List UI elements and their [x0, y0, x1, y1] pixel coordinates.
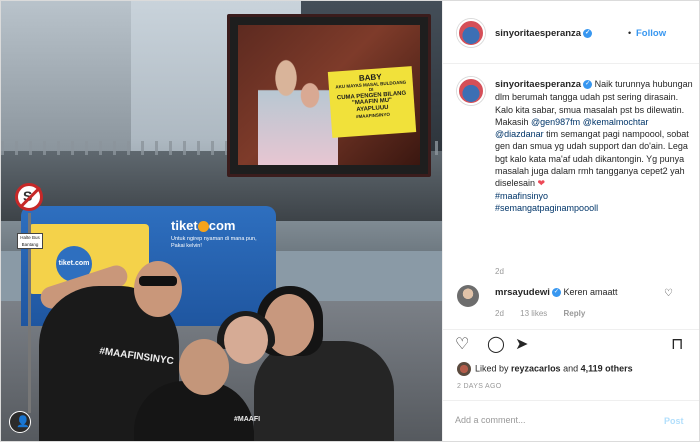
comment-item: mrsayudewi ✓ Keren amaatt ♡ 2d 13 likes R…: [443, 281, 699, 329]
author-username-text[interactable]: sinyoritaesperanza: [495, 28, 581, 39]
post-sidebar: sinyoritaesperanza ✓ • Follow sinyoritaes…: [442, 1, 699, 441]
like-icon[interactable]: ♡: [455, 335, 469, 355]
billboard-couple: [258, 49, 338, 165]
hashtag-link[interactable]: #semangatpaginampoooll: [495, 203, 598, 213]
add-comment-input[interactable]: [455, 415, 645, 425]
liker-avatar[interactable]: [457, 362, 471, 376]
caption-author-avatar[interactable]: [457, 77, 485, 105]
liked-by-middle: and: [560, 363, 581, 374]
follow-button[interactable]: Follow: [636, 28, 666, 39]
share-icon[interactable]: ➤: [515, 335, 528, 355]
bus-logo-dot: [197, 221, 209, 233]
comment-text: mrsayudewi ✓ Keren amaatt: [495, 287, 617, 298]
photo-people: #MAAFINSINYC #MAAFI: [37, 256, 399, 441]
commenter-avatar[interactable]: [457, 285, 479, 307]
post-date[interactable]: 2 DAYS AGO: [457, 383, 502, 390]
user-icon: 👤: [16, 416, 30, 428]
photo-building-left: [1, 1, 131, 151]
verified-icon: ✓: [583, 28, 593, 38]
comment-meta: 2d 13 likes Reply: [495, 309, 599, 318]
bus-tagline: Untuk ngirep nyaman di mana pun, Pakai k…: [171, 236, 257, 249]
caption-author-username[interactable]: sinyoritaesperanza: [495, 79, 581, 90]
caption-text: sinyoritaesperanza ✓ Naik turunnya hubung…: [495, 78, 695, 214]
instagram-post-modal: BABY AKU MAYAS MASAL BULDOANG DI CUMA PE…: [0, 0, 700, 442]
comment-like-icon[interactable]: ♡: [664, 288, 673, 299]
mention-link[interactable]: @diazdanar: [495, 129, 544, 139]
person-2-head: [179, 339, 229, 395]
bus-brand: tiket: [171, 218, 198, 233]
mention-link[interactable]: @kemalmochtar: [583, 117, 649, 127]
author-username[interactable]: sinyoritaesperanza ✓: [495, 28, 593, 39]
liked-by-prefix: Liked by: [475, 363, 512, 374]
verified-icon: ✓: [583, 80, 593, 90]
red-heart-emoji: ❤: [537, 178, 546, 189]
comment-likes[interactable]: 13 likes: [520, 309, 547, 318]
liker-username[interactable]: reyzacarlos: [511, 363, 561, 373]
caption-section: sinyoritaesperanza ✓ Naik turunnya hubung…: [443, 65, 699, 281]
comment-time[interactable]: 2d: [495, 309, 504, 318]
post-photo[interactable]: BABY AKU MAYAS MASAL BULDOANG DI CUMA PE…: [1, 1, 442, 441]
billboard-message: BABY AKU MAYAS MASAL BULDOANG DI CUMA PE…: [327, 66, 417, 138]
author-avatar[interactable]: [457, 19, 485, 47]
person-1-sunglasses: [139, 276, 177, 286]
likes-count[interactable]: 4,119 others: [581, 363, 633, 373]
verified-icon: ✓: [551, 288, 561, 298]
post-header: sinyoritaesperanza ✓ • Follow: [443, 1, 699, 64]
reply-button[interactable]: Reply: [564, 309, 586, 318]
comment-icon[interactable]: ◯: [487, 335, 505, 355]
person-1-head: [134, 261, 182, 317]
bus-logo: tiket com: [171, 218, 235, 233]
billboard-screen: BABY AKU MAYAS MASAL BULDOANG DI CUMA PE…: [238, 25, 420, 165]
bus-brand-suffix: com: [208, 218, 236, 233]
comment-body: Keren amaatt: [563, 287, 618, 297]
tagged-users-button[interactable]: 👤: [9, 411, 31, 433]
commenter-username[interactable]: mrsayudewi: [495, 287, 550, 298]
hashtag-link[interactable]: #maafinsinyo: [495, 191, 548, 201]
liked-by: Liked by reyzacarlos and 4,119 others: [457, 362, 633, 376]
add-comment-bar: Post: [443, 400, 699, 441]
separator-dot: •: [628, 28, 632, 38]
person-3-head: [224, 316, 268, 364]
billboard: BABY AKU MAYAS MASAL BULDOANG DI CUMA PE…: [227, 14, 431, 177]
post-comment-button[interactable]: Post: [664, 416, 684, 426]
save-icon[interactable]: ⊓: [671, 335, 683, 355]
halte-sign: Halte Bus Bantang: [17, 233, 43, 249]
shirt-text: #MAAFI: [234, 416, 261, 423]
mention-link[interactable]: @gen987fm: [531, 117, 580, 127]
person-4: [254, 341, 394, 441]
caption-time[interactable]: 2d: [495, 267, 504, 276]
